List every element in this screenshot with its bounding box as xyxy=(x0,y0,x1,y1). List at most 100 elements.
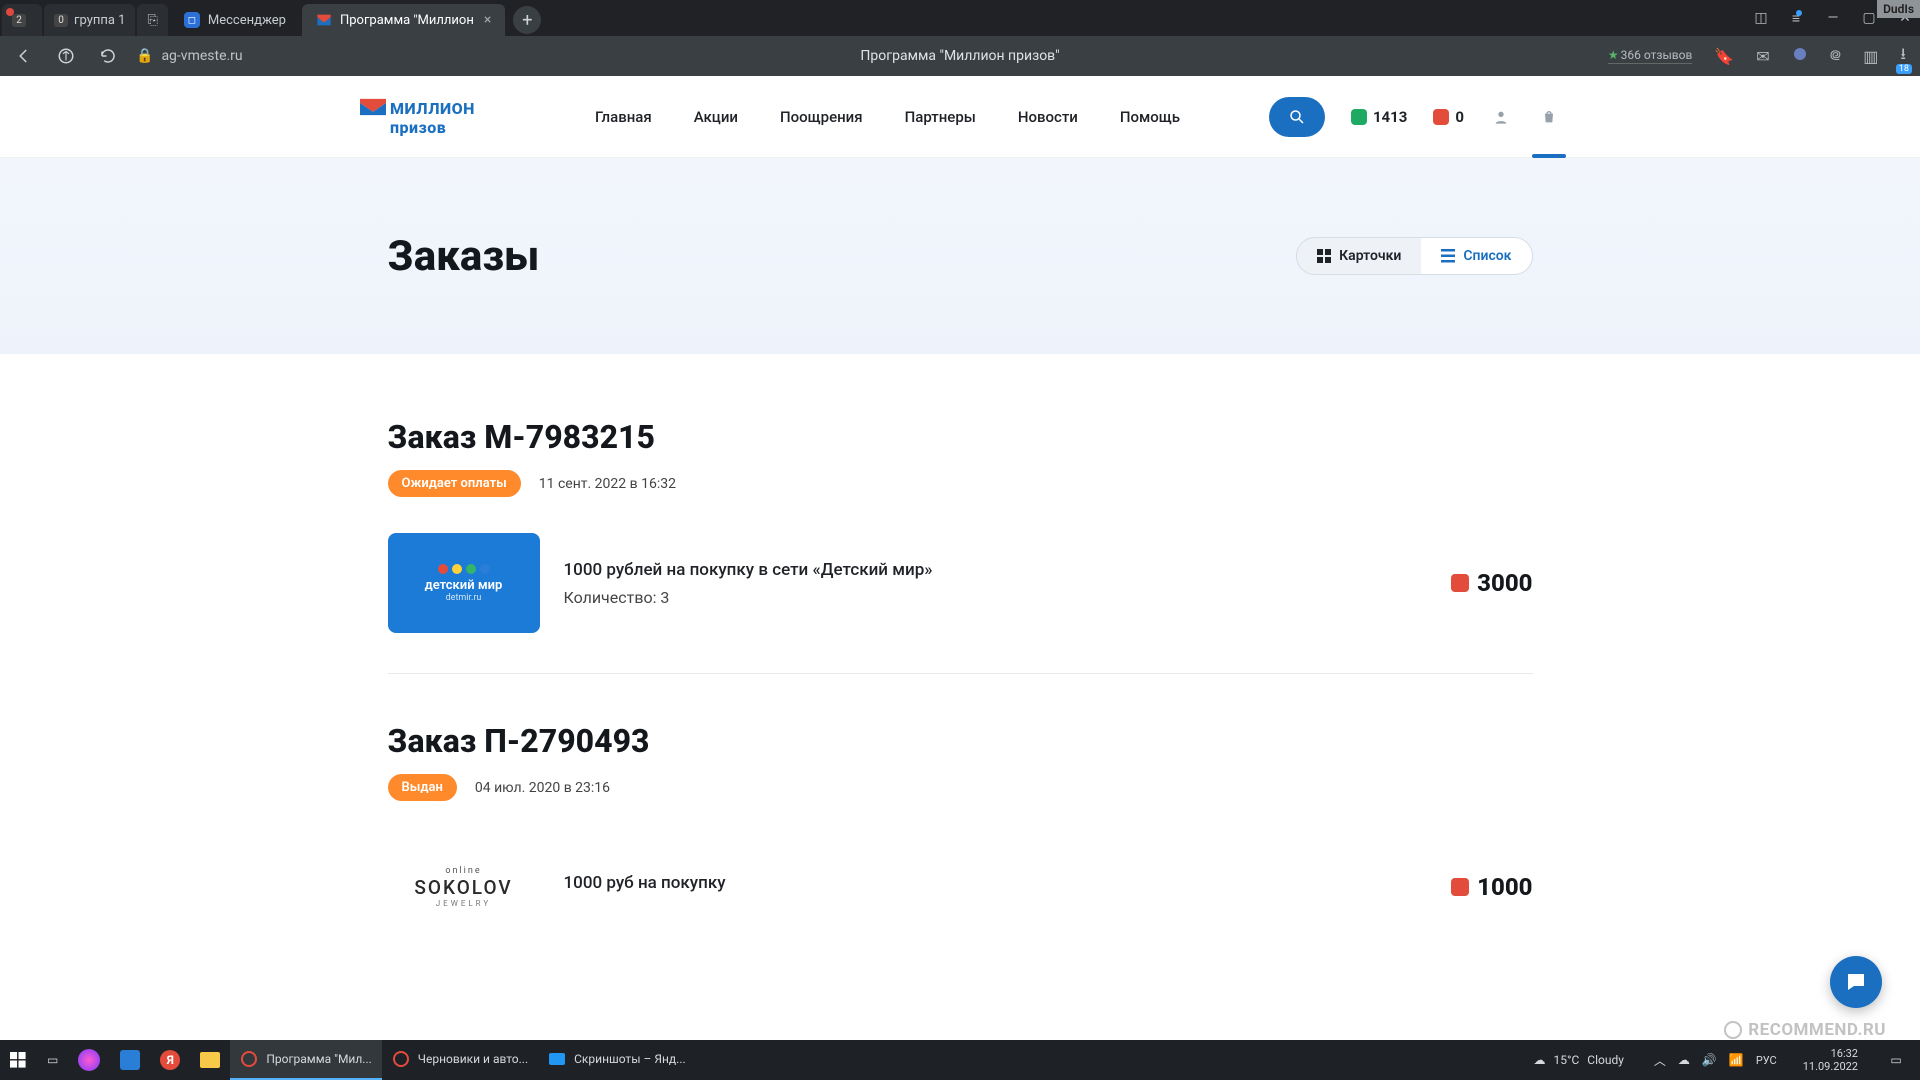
onedrive-icon[interactable]: ☁ xyxy=(1678,1053,1690,1067)
page-heading: Заказы xyxy=(388,232,540,281)
search-button[interactable] xyxy=(1269,97,1325,137)
nav-promotions[interactable]: Акции xyxy=(694,108,738,126)
brand-name: детский мир xyxy=(425,578,503,593)
pinned-tab-3[interactable]: ⎘ xyxy=(137,4,167,36)
status-badge: Выдан xyxy=(388,774,457,801)
downloads-count: 18 xyxy=(1896,64,1912,74)
translate-icon[interactable]: ᪤ xyxy=(1830,44,1842,69)
nav-news[interactable]: Новости xyxy=(1018,108,1078,126)
order-quantity: Количество: 3 xyxy=(564,588,1428,607)
order-description: 1000 руб на покупку xyxy=(564,873,1428,893)
pinned-tab-2[interactable]: 0 группа 1 xyxy=(44,4,135,36)
pinned-tab-1[interactable]: 2 xyxy=(2,4,42,36)
red-gem-icon xyxy=(1433,109,1449,125)
watermark: RECOMMEND.RU xyxy=(1724,1020,1886,1040)
list-icon xyxy=(1441,249,1455,263)
bookmark-icon[interactable]: 🔖 xyxy=(1714,47,1734,66)
orders-list: Заказ М-7983215 Ожидает оплаты 11 сент. … xyxy=(388,418,1533,977)
profile-button[interactable] xyxy=(1490,106,1512,128)
new-tab-button[interactable]: + xyxy=(513,6,541,34)
thumb-icon xyxy=(1724,1021,1742,1039)
order-price: 3000 xyxy=(1451,569,1532,597)
grid-icon xyxy=(1317,249,1331,263)
taskbar-app-yandex[interactable] xyxy=(68,1040,110,1080)
view-cards-button[interactable]: Карточки xyxy=(1297,238,1421,274)
taskbar-clock[interactable]: 16:32 11.09.2022 xyxy=(1795,1047,1866,1073)
view-cards-label: Карточки xyxy=(1339,248,1401,264)
keyboard-lang[interactable]: РУС xyxy=(1756,1054,1777,1067)
minimize-button[interactable]: — xyxy=(1824,9,1842,27)
chat-fab[interactable] xyxy=(1830,956,1882,1008)
action-center-button[interactable]: ▭ xyxy=(1876,1040,1916,1080)
toolbar-right: ★366 отзывов 🔖 ✉ ᪤ ▥ ⭳18 xyxy=(1608,43,1906,70)
nav-home[interactable]: Главная xyxy=(595,108,652,126)
price-value: 1000 xyxy=(1477,873,1532,901)
network-icon[interactable]: 📶 xyxy=(1729,1053,1744,1067)
user-icon xyxy=(1493,109,1509,125)
tab-badge: 0 xyxy=(54,14,68,27)
app-icon xyxy=(392,1050,410,1068)
collections-icon[interactable]: ▥ xyxy=(1863,47,1878,66)
yandex-home-icon[interactable] xyxy=(52,42,80,70)
tab-million-prizov[interactable]: Программа "Миллион × xyxy=(302,4,505,36)
downloads-button[interactable]: ⭳18 xyxy=(1900,43,1906,70)
nav-help[interactable]: Помощь xyxy=(1120,108,1180,126)
back-button[interactable] xyxy=(10,42,38,70)
order-item: Заказ П-2790493 Выдан 04 июл. 2020 в 23:… xyxy=(388,722,1533,977)
nav-rewards[interactable]: Поощрения xyxy=(780,108,863,126)
reviews-link[interactable]: ★366 отзывов xyxy=(1608,48,1692,64)
nav-partners[interactable]: Партнеры xyxy=(905,108,976,126)
maximize-button[interactable]: ▢ xyxy=(1860,9,1878,27)
page-title: Программа "Миллион призов" xyxy=(860,48,1059,64)
price-value: 3000 xyxy=(1477,569,1532,597)
site-logo[interactable]: МИЛЛИОН призов xyxy=(360,97,475,136)
task-view-button[interactable]: ▭ xyxy=(37,1040,68,1080)
clock-time: 16:32 xyxy=(1803,1047,1858,1060)
points-balance-red[interactable]: 0 xyxy=(1433,108,1464,126)
sidebar-toggle-icon[interactable]: ◫ xyxy=(1752,9,1770,27)
clock-date: 11.09.2022 xyxy=(1803,1060,1858,1073)
brand-name: SOKOLOV xyxy=(414,876,512,899)
taskbar-window-3[interactable]: Скриншоты – Янд... xyxy=(538,1040,696,1080)
logo-text-1: МИЛЛИОН xyxy=(390,101,475,117)
extensions-icon[interactable]: ≡ xyxy=(1788,9,1806,27)
bag-icon xyxy=(1541,109,1557,125)
weather-widget[interactable]: ☁ 15°C Cloudy xyxy=(1521,1053,1635,1067)
logo-text-2: призов xyxy=(390,120,475,136)
taskbar-app-calendar[interactable] xyxy=(110,1040,150,1080)
green-gem-icon xyxy=(1351,109,1367,125)
start-button[interactable] xyxy=(0,1040,37,1080)
dudis-badge: DudIs xyxy=(1877,0,1920,18)
address-bar: 🔒 ag-vmeste.ru Программа "Миллион призов… xyxy=(0,36,1920,76)
cart-button[interactable] xyxy=(1538,106,1560,128)
app-icon: ◻ xyxy=(184,12,200,28)
browser-chrome: 2 0 группа 1 ⎘ ◻ Мессенджер Программа "М… xyxy=(0,0,1920,76)
chevron-up-icon[interactable]: ︿ xyxy=(1654,1052,1666,1069)
taskbar-app-ya-red[interactable]: Я xyxy=(150,1040,190,1080)
mail-icon[interactable]: ✉ xyxy=(1756,47,1769,66)
url-field[interactable]: 🔒 ag-vmeste.ru xyxy=(136,48,243,64)
windows-taskbar: ▭ Я Программа "Мил... Черновики и авто..… xyxy=(0,1040,1920,1080)
window-label: Программа "Мил... xyxy=(266,1052,371,1066)
order-date: 04 июл. 2020 в 23:16 xyxy=(475,780,610,796)
status-badge: Ожидает оплаты xyxy=(388,470,521,497)
tab-messenger[interactable]: ◻ Мессенджер xyxy=(170,4,300,36)
points-value: 0 xyxy=(1455,108,1464,126)
close-tab-button[interactable]: × xyxy=(484,12,491,28)
system-tray[interactable]: ︿ ☁ 🔊 📶 РУС xyxy=(1646,1052,1785,1069)
points-balance-green[interactable]: 1413 xyxy=(1351,108,1407,126)
taskbar-app-explorer[interactable] xyxy=(190,1040,230,1080)
globe-icon[interactable] xyxy=(1792,46,1808,66)
star-icon: ★ xyxy=(1608,48,1619,62)
weather-cond: Cloudy xyxy=(1587,1053,1624,1067)
url-text: ag-vmeste.ru xyxy=(161,48,242,64)
taskbar-window-1[interactable]: Программа "Мил... xyxy=(230,1040,381,1080)
reload-button[interactable] xyxy=(94,42,122,70)
brand-tag: online xyxy=(445,866,481,876)
view-list-button[interactable]: Список xyxy=(1421,238,1531,274)
taskbar-window-2[interactable]: Черновики и авто... xyxy=(382,1040,538,1080)
app-icon xyxy=(240,1050,258,1068)
volume-icon[interactable]: 🔊 xyxy=(1702,1053,1717,1067)
tab-label: Мессенджер xyxy=(208,13,286,28)
page-hero: Заказы Карточки Список xyxy=(0,158,1920,354)
